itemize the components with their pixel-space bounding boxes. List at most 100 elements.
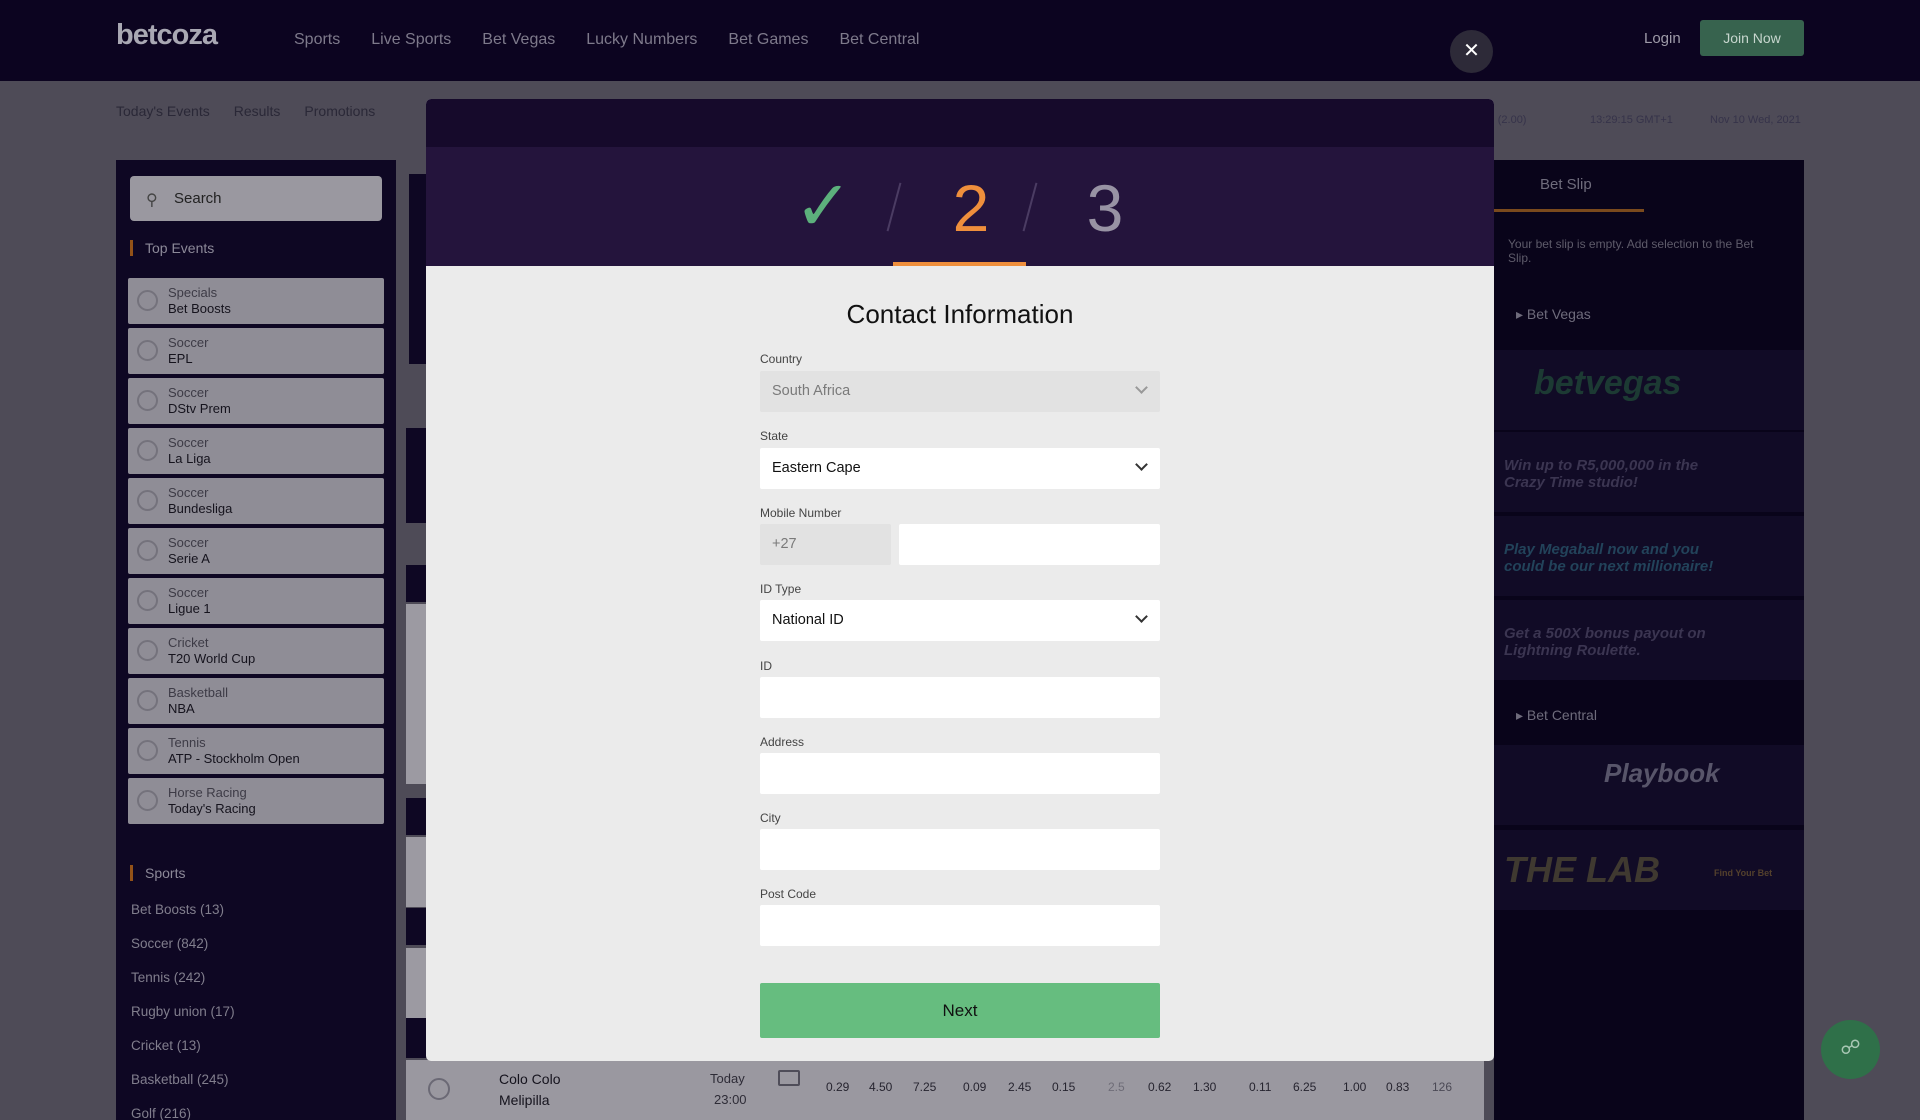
find-your-bet-button[interactable]: Find Your Bet — [1714, 865, 1772, 882]
sport-item[interactable]: Rugby union (17) — [131, 1004, 235, 1019]
odds-button[interactable]: 0.83 — [1386, 1080, 1409, 1094]
top-event-item[interactable]: Soccer La Liga — [128, 428, 384, 474]
sport-item[interactable]: Bet Boosts (13) — [131, 902, 224, 917]
clock-select[interactable]: 13:29:15 GMT+1 — [1590, 114, 1673, 126]
nav-live-sports[interactable]: Live Sports — [371, 31, 451, 49]
live-stream-icon[interactable] — [778, 1070, 800, 1086]
step-3: 3 — [1086, 171, 1124, 245]
section-header — [406, 798, 427, 835]
top-event-item[interactable]: Soccer DStv Prem — [128, 378, 384, 424]
specials-icon — [137, 290, 158, 311]
odds-button[interactable]: 2.45 — [1008, 1080, 1031, 1094]
subnav-promotions[interactable]: Promotions — [304, 103, 375, 119]
sport-item[interactable]: Golf (216) — [131, 1106, 191, 1120]
odds-button[interactable]: 1.00 — [1343, 1080, 1366, 1094]
join-now-button[interactable]: Join Now — [1700, 20, 1804, 56]
sport-item[interactable]: Basketball (245) — [131, 1072, 229, 1087]
event-category: Soccer — [168, 485, 209, 500]
event-category: Soccer — [168, 435, 209, 450]
close-modal-button[interactable]: ✕ — [1450, 30, 1493, 73]
sub-nav: Today's Events Results Promotions — [116, 103, 375, 119]
address-label: Address — [760, 735, 805, 749]
top-event-item[interactable]: Soccer Bundesliga — [128, 478, 384, 524]
top-events-title: Top Events — [130, 240, 214, 256]
featured-banner — [409, 174, 427, 364]
cricket-icon — [137, 640, 158, 661]
bet-slip-tab[interactable]: Bet Slip — [1540, 176, 1592, 193]
soccer-icon — [137, 340, 158, 361]
section-header — [406, 1018, 427, 1058]
sport-item[interactable]: Tennis (242) — [131, 970, 205, 985]
event-name: NBA — [168, 701, 195, 716]
bet-vegas-banner[interactable]: betvegas — [1494, 350, 1804, 430]
odds-button[interactable]: 7.25 — [913, 1080, 936, 1094]
top-event-item[interactable]: Soccer EPL — [128, 328, 384, 374]
odds-button[interactable]: 0.62 — [1148, 1080, 1171, 1094]
playbook-logo: Playbook — [1604, 758, 1720, 788]
nav-lucky-numbers[interactable]: Lucky Numbers — [586, 31, 697, 49]
active-step-underline — [893, 262, 1026, 266]
id-type-select[interactable]: National ID — [760, 600, 1160, 641]
mobile-prefix-field: +27 — [760, 524, 891, 565]
id-type-label: ID Type — [760, 582, 802, 596]
event-category: Soccer — [168, 385, 209, 400]
nav-bet-games[interactable]: Bet Games — [728, 31, 808, 49]
site-logo[interactable]: betcoza — [116, 19, 218, 52]
nav-bet-central[interactable]: Bet Central — [839, 31, 919, 49]
odds-button[interactable]: 0.15 — [1052, 1080, 1075, 1094]
top-event-item[interactable]: Specials Bet Boosts — [128, 278, 384, 324]
top-event-item[interactable]: Cricket T20 World Cup — [128, 628, 384, 674]
megaball-banner[interactable]: Play Megaball now and you could be our n… — [1494, 516, 1804, 596]
top-event-item[interactable]: Basketball NBA — [128, 678, 384, 724]
id-type-value: National ID — [772, 612, 844, 628]
lightning-roulette-banner[interactable]: Get a 500X bonus payout on Lightning Rou… — [1494, 600, 1804, 680]
city-input[interactable] — [760, 829, 1160, 870]
bet-central-section[interactable]: ▸ Bet Central — [1516, 707, 1597, 724]
post-code-input[interactable] — [760, 905, 1160, 946]
mobile-label: Mobile Number — [760, 506, 842, 520]
sport-item[interactable]: Cricket (13) — [131, 1038, 201, 1053]
section-header — [406, 908, 427, 945]
crazy-time-text: Win up to R5,000,000 in the Crazy Time s… — [1504, 457, 1699, 491]
bet-vegas-section[interactable]: ▸ Bet Vegas — [1516, 306, 1591, 323]
odds-button[interactable]: 0.29 — [826, 1080, 849, 1094]
address-input[interactable] — [760, 753, 1160, 794]
the-lab-banner[interactable]: THE LAB Find Your Bet — [1494, 830, 1804, 910]
login-link[interactable]: Login — [1644, 30, 1681, 47]
nav-sports[interactable]: Sports — [294, 31, 340, 49]
main-nav: Sports Live Sports Bet Vegas Lucky Numbe… — [294, 31, 919, 49]
chat-support-button[interactable]: ☍ — [1821, 1020, 1880, 1079]
top-event-item[interactable]: Tennis ATP - Stockholm Open — [128, 728, 384, 774]
events-list — [406, 948, 427, 1018]
chevron-down-icon — [1135, 610, 1148, 623]
soccer-icon — [137, 490, 158, 511]
subnav-todays-events[interactable]: Today's Events — [116, 103, 210, 119]
top-event-item[interactable]: Horse Racing Today's Racing — [128, 778, 384, 824]
match-row[interactable]: Colo Colo Melipilla Today 23:00 0.29 4.5… — [406, 1060, 1484, 1120]
crazy-time-banner[interactable]: Win up to R5,000,000 in the Crazy Time s… — [1494, 432, 1804, 512]
mobile-number-input[interactable] — [899, 524, 1160, 565]
chevron-down-icon — [1135, 458, 1148, 471]
odds-button[interactable]: 1.30 — [1193, 1080, 1216, 1094]
id-input[interactable] — [760, 677, 1160, 718]
nav-bet-vegas[interactable]: Bet Vegas — [482, 31, 555, 49]
top-event-item[interactable]: Soccer Ligue 1 — [128, 578, 384, 624]
next-button[interactable]: Next — [760, 983, 1160, 1038]
sport-item[interactable]: Soccer (842) — [131, 936, 208, 951]
state-select[interactable]: Eastern Cape — [760, 448, 1160, 489]
registration-modal: ✓ 2 3 Contact Information Country South … — [426, 99, 1494, 1061]
megaball-text: Play Megaball now and you could be our n… — [1504, 541, 1714, 575]
odds-button[interactable]: 4.50 — [869, 1080, 892, 1094]
top-event-item[interactable]: Soccer Serie A — [128, 528, 384, 574]
search-input[interactable]: ⚲ Search — [130, 176, 382, 221]
odds-button[interactable]: 0.09 — [963, 1080, 986, 1094]
soccer-icon — [137, 390, 158, 411]
more-markets-link[interactable]: 126 — [1432, 1080, 1452, 1094]
event-category: Horse Racing — [168, 785, 247, 800]
playbook-banner[interactable]: Playbook — [1494, 745, 1804, 825]
left-sidebar: ⚲ Search Top Events Specials Bet Boosts S… — [116, 160, 396, 1120]
odds-button[interactable]: 6.25 — [1293, 1080, 1316, 1094]
subnav-results[interactable]: Results — [234, 103, 281, 119]
odds-button[interactable]: 0.11 — [1249, 1080, 1271, 1094]
away-team: Melipilla — [499, 1092, 550, 1108]
